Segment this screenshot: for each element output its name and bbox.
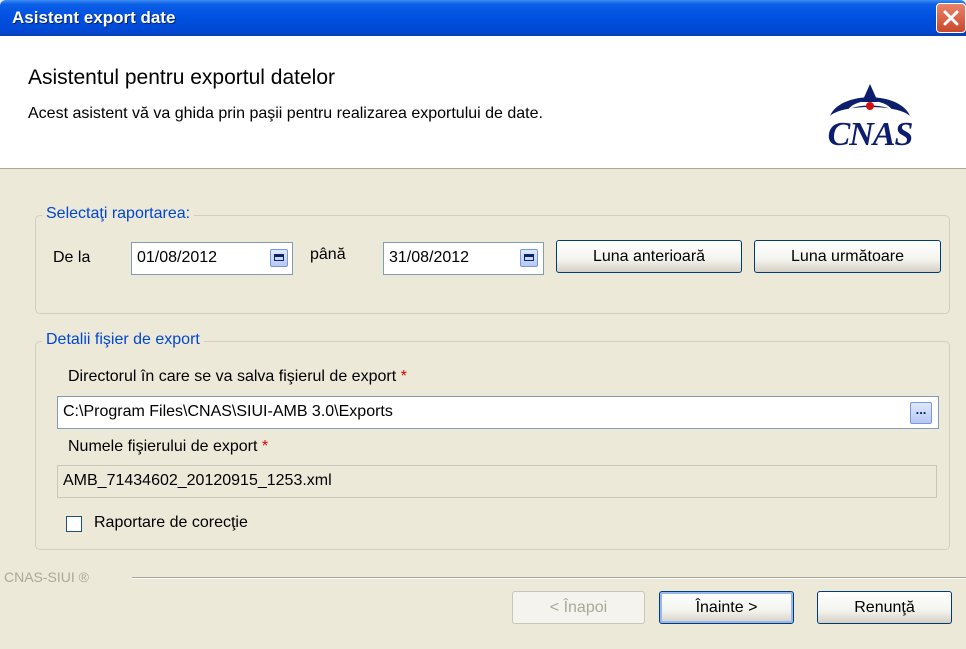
back-label: < Înapoi (549, 598, 608, 616)
from-date-value: 01/08/2012 (137, 249, 218, 266)
export-legend: Detalii fişier de export (42, 331, 204, 349)
back-button[interactable]: < Înapoi (512, 591, 645, 624)
file-name-label: Numele fişierului de export * (68, 438, 268, 456)
cancel-label: Renunţă (854, 598, 915, 616)
directory-label: Directorul în care se va salva fişierul … (68, 368, 407, 386)
correction-checkbox[interactable] (66, 516, 82, 532)
directory-label-text: Directorul în care se va salva fişierul … (68, 368, 397, 385)
directory-value: C:\Program Files\CNAS\SIUI-AMB 3.0\Expor… (63, 403, 393, 420)
correction-label[interactable]: Raportare de corecţie (94, 514, 248, 532)
period-legend: Selectaţi raportarea: (42, 205, 195, 223)
close-icon (943, 10, 959, 26)
previous-month-button[interactable]: Luna anterioară (556, 240, 742, 273)
previous-month-label: Luna anterioară (592, 247, 706, 265)
next-month-button[interactable]: Luna următoare (754, 240, 941, 273)
browse-directory-button[interactable]: ... (910, 402, 932, 424)
file-name-field: AMB_71434602_20120915_1253.xml (57, 465, 937, 498)
from-label: De la (53, 249, 91, 266)
brand-label: CNAS-SIUI ® (4, 569, 89, 585)
to-calendar-button[interactable] (520, 249, 538, 267)
to-date-value: 31/08/2012 (389, 249, 470, 266)
required-marker: * (400, 368, 407, 385)
next-label: Înainte > (695, 598, 758, 616)
from-calendar-button[interactable] (270, 249, 288, 267)
from-date-field[interactable]: 01/08/2012 (131, 242, 293, 275)
cancel-button[interactable]: Renunţă (817, 591, 952, 624)
file-name-value: AMB_71434602_20120915_1253.xml (63, 472, 332, 489)
required-marker: * (261, 438, 269, 455)
footer-divider (132, 577, 966, 579)
next-button[interactable]: Înainte > (659, 591, 794, 624)
title-bar[interactable]: Asistent export date (0, 0, 966, 36)
close-button[interactable] (936, 3, 966, 33)
file-name-label-text: Numele fişierului de export (68, 438, 258, 455)
window-title: Asistent export date (12, 8, 176, 27)
wizard-title: Asistentul pentru exportul datelor (28, 66, 336, 89)
wizard-header: Asistentul pentru exportul datelor Acest… (0, 36, 966, 169)
logo-text: CNAS (827, 116, 914, 153)
wizard-subtitle: Acest asistent vă va ghida prin paşii pe… (28, 105, 543, 122)
next-month-label: Luna următoare (791, 247, 904, 265)
to-label: până (310, 246, 346, 263)
directory-field[interactable]: C:\Program Files\CNAS\SIUI-AMB 3.0\Expor… (57, 396, 939, 429)
cnas-logo: CNAS (800, 76, 940, 156)
